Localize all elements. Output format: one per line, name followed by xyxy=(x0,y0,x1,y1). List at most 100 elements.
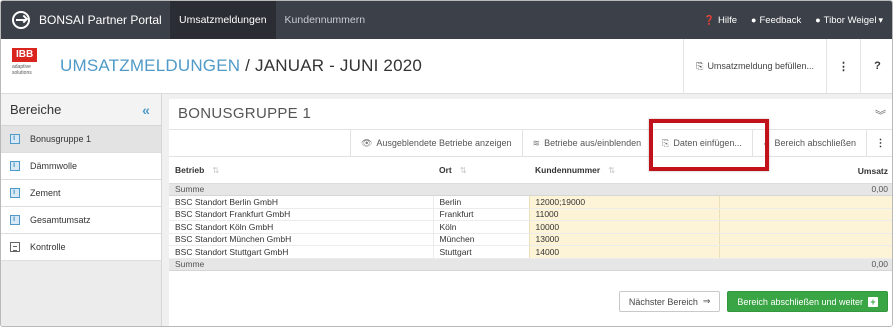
next-area-button[interactable]: Nächster Bereich ⇒ xyxy=(618,291,721,312)
panel-collapse-icon[interactable]: ︾ xyxy=(875,107,886,123)
summary-value: 0,00 xyxy=(719,183,892,196)
ibb-logo-mark: IBB xyxy=(12,48,38,62)
summary-label: Summe xyxy=(169,258,433,271)
help-label: Hilfe xyxy=(718,14,738,26)
cell-kundennummer[interactable]: 12000;19000 xyxy=(528,195,719,209)
fill-report-label: Umsatzmeldung befüllen... xyxy=(707,61,814,71)
header-actions: ⎘ Umsatzmeldung befüllen... ⋮ ? xyxy=(683,38,892,94)
cell-umsatz[interactable] xyxy=(718,195,892,209)
speech-bubble-icon: ● xyxy=(751,15,757,25)
sidebar-collapse-button[interactable]: « xyxy=(131,102,161,118)
col-header-label: Kundennummer xyxy=(535,165,601,176)
check-icon: ✓ xyxy=(762,137,771,148)
paste-data-label: Daten einfügen... xyxy=(673,138,742,148)
arrow-right-icon: ⇒ xyxy=(702,296,711,306)
info-icon xyxy=(10,160,20,171)
show-hidden-sites-button[interactable]: 👁 Ausgeblendete Betriebe anzeigen xyxy=(349,130,522,156)
close-area-button[interactable]: ✓ Bereich abschließen xyxy=(751,130,866,156)
sort-icon: ⇅ xyxy=(212,165,220,176)
col-header-kundennummer[interactable]: Kundennummer ⇅ xyxy=(529,159,719,184)
cell-kundennummer[interactable]: 13000 xyxy=(528,233,719,246)
page-header: IBB adaptive solutions UMSATZMELDUNGEN /… xyxy=(1,38,892,94)
ibb-logo: IBB adaptive solutions xyxy=(12,48,48,84)
info-icon xyxy=(10,133,20,144)
fill-report-button[interactable]: ⎘ Umsatzmeldung befüllen... xyxy=(683,38,826,94)
cell-betrieb: BSC Standort Stuttgart GmbH xyxy=(169,245,433,259)
cell-umsatz[interactable] xyxy=(718,245,892,259)
section-footer: Nächster Bereich ⇒ Bereich abschließen u… xyxy=(618,291,888,312)
app-window: BONSAI Partner Portal Umsatzmeldungen Ku… xyxy=(0,0,893,327)
col-header-ort[interactable]: Ort ⇅ xyxy=(433,159,529,184)
sidebar-item-label: Dämmwolle xyxy=(30,161,78,171)
cell-ort: München xyxy=(432,233,529,246)
section-toolbar: 👁 Ausgeblendete Betriebe anzeigen ≋ Betr… xyxy=(169,129,892,157)
next-area-label: Nächster Bereich xyxy=(628,296,698,307)
brand[interactable]: BONSAI Partner Portal xyxy=(1,1,170,39)
user-circle-icon: ● xyxy=(815,15,821,25)
eye-icon: 👁 xyxy=(360,137,373,148)
brand-label: BONSAI Partner Portal xyxy=(39,13,162,27)
sidebar-item-daemmwolle[interactable]: Dämmwolle xyxy=(1,153,161,180)
info-icon xyxy=(10,214,20,225)
finish-and-continue-button[interactable]: Bereich abschließen und weiter + xyxy=(727,291,888,312)
table-row: BSC Standort Köln GmbH Köln 10000 xyxy=(169,220,892,234)
sidebar-item-zement[interactable]: Zement xyxy=(1,180,161,207)
cell-ort: Berlin xyxy=(432,195,529,209)
finish-and-continue-label: Bereich abschließen und weiter xyxy=(737,296,863,307)
eye-slash-icon: ≋ xyxy=(532,137,541,148)
cell-kundennummer[interactable]: 14000 xyxy=(528,245,719,259)
table-header-row: Betrieb ⇅ Ort ⇅ Kundennummer ⇅ Umsatz xyxy=(169,159,892,184)
table-row: BSC Standort Berlin GmbH Berlin 12000;19… xyxy=(169,195,892,209)
col-header-umsatz[interactable]: Umsatz xyxy=(719,159,892,184)
cell-umsatz[interactable] xyxy=(718,233,892,246)
cell-betrieb: BSC Standort München GmbH xyxy=(169,233,433,246)
question-circle-icon: ❓ xyxy=(703,14,716,25)
section-title: BONUSGRUPPE 1 xyxy=(178,105,312,122)
user-menu[interactable]: ● Tibor Weigel ▾ xyxy=(815,15,886,26)
sidebar-item-label: Bonusgruppe 1 xyxy=(30,134,92,144)
sidebar-item-bonusgruppe-1[interactable]: Bonusgruppe 1 xyxy=(1,126,161,153)
summary-value: 0,00 xyxy=(719,258,892,271)
cell-ort: Köln xyxy=(432,220,529,234)
cell-ort: Stuttgart xyxy=(432,245,529,259)
summary-row-top: Summe 0,00 xyxy=(169,183,892,196)
toggle-sites-button[interactable]: ≋ Betriebe aus/einblenden xyxy=(521,130,652,156)
copy-icon: ⎘ xyxy=(696,60,704,71)
page-title-main: UMSATZMELDUNGEN xyxy=(60,56,241,75)
table-row: BSC Standort Frankfurt GmbH Frankfurt 11… xyxy=(169,208,892,221)
ibb-logo-subtitle: adaptive solutions xyxy=(12,64,32,76)
header-help-button[interactable]: ? xyxy=(860,38,892,94)
summary-label: Summe xyxy=(169,183,433,196)
sites-table: Betrieb ⇅ Ort ⇅ Kundennummer ⇅ Umsatz Summe… xyxy=(169,159,892,271)
sidebar-title: Bereiche xyxy=(10,102,62,117)
sidebar-item-kontrolle[interactable]: Kontrolle xyxy=(1,234,161,261)
caret-down-icon: ▾ xyxy=(878,14,883,25)
show-hidden-sites-label: Ausgeblendete Betriebe anzeigen xyxy=(376,138,512,148)
feedback-label: Feedback xyxy=(759,14,802,26)
sidebar-item-gesamtumsatz[interactable]: Gesamtumsatz xyxy=(1,207,161,234)
tab-umsatzmeldungen[interactable]: Umsatzmeldungen xyxy=(170,1,276,39)
header-more-menu-button[interactable]: ⋮ xyxy=(826,38,860,94)
col-header-label: Betrieb xyxy=(175,165,205,176)
section-panel: BONUSGRUPPE 1 ︾ 👁 Ausgeblendete Betriebe… xyxy=(169,99,892,326)
col-header-betrieb[interactable]: Betrieb ⇅ xyxy=(169,159,433,184)
cell-umsatz[interactable] xyxy=(718,220,892,234)
user-name: Tibor Weigel xyxy=(823,14,877,26)
cell-kundennummer[interactable]: 10000 xyxy=(528,220,719,234)
sidebar-item-label: Zement xyxy=(30,188,61,198)
sidebar-item-label: Kontrolle xyxy=(30,242,66,252)
feedback-link[interactable]: ● Feedback xyxy=(751,15,801,26)
paste-data-button[interactable]: ⎘ Daten einfügen... xyxy=(651,130,752,156)
navbar-right: ❓ Hilfe ● Feedback ● Tibor Weigel ▾ xyxy=(690,15,892,26)
col-header-label: Ort xyxy=(439,165,452,176)
cell-betrieb: BSC Standort Köln GmbH xyxy=(169,220,433,234)
sidebar-header: Bereiche « xyxy=(1,94,161,126)
sort-icon: ⇅ xyxy=(608,165,616,176)
cell-umsatz[interactable] xyxy=(718,208,892,221)
cell-kundennummer[interactable]: 11000 xyxy=(528,208,719,221)
toolbar-more-menu-button[interactable]: ⋮ xyxy=(866,130,892,156)
tab-kundennummern[interactable]: Kundennummern xyxy=(276,1,375,39)
toggle-sites-label: Betriebe aus/einblenden xyxy=(544,138,642,148)
help-link[interactable]: ❓ Hilfe xyxy=(704,15,737,26)
sidebar: Bereiche « Bonusgruppe 1 Dämmwolle Zemen… xyxy=(1,94,162,326)
